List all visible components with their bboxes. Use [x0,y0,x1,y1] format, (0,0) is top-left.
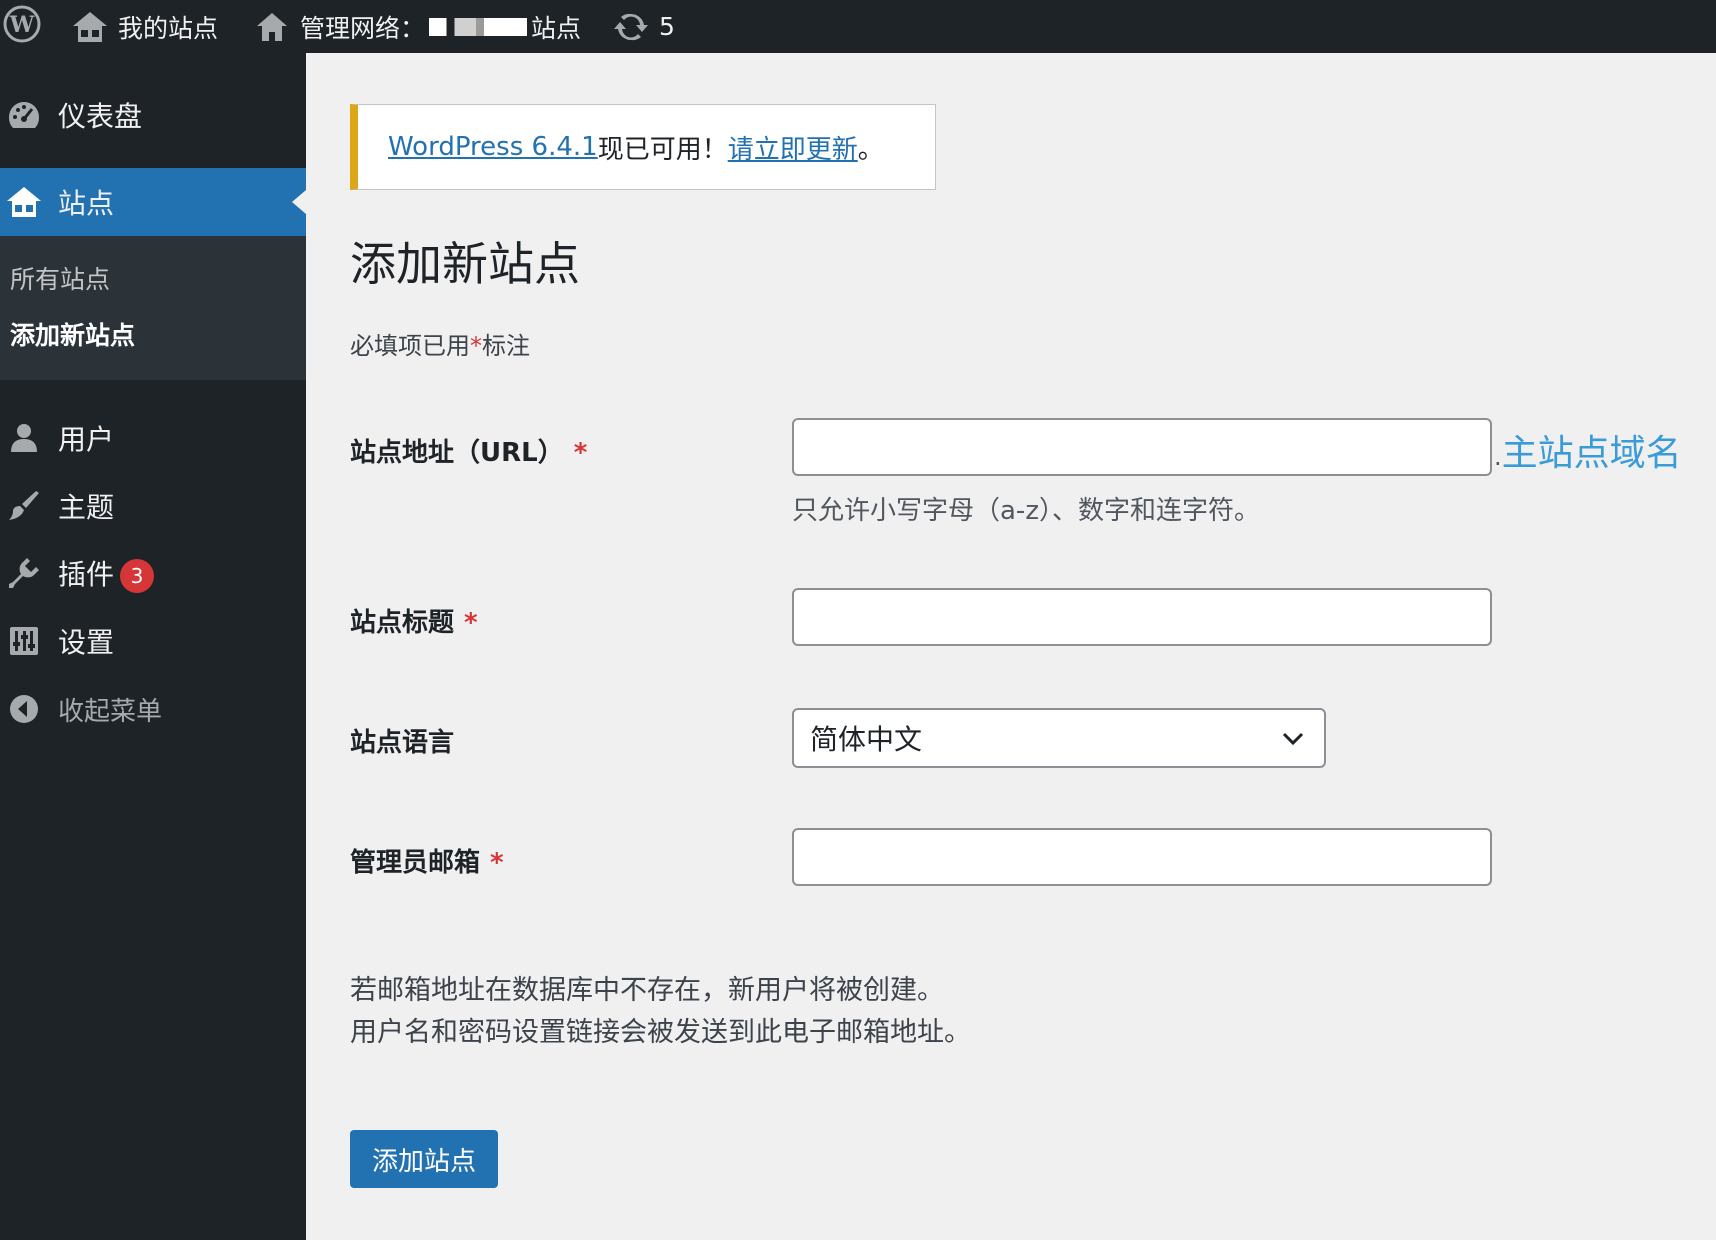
home-icon [252,7,292,47]
sites-icon [70,7,110,47]
menu-plugins-text: 插件 [58,558,115,591]
site-url-help: 只允许小写字母（a-z）、数字和连字符。 [792,496,1260,526]
notice-text: 现已可用！ [597,134,728,165]
dashboard-icon [4,95,44,135]
settings-sliders-icon [4,621,44,661]
brush-icon [4,486,44,526]
site-url-required-star: * [573,438,588,468]
wordpress-logo-icon: W [2,4,42,50]
site-title-required-star: * [464,608,478,638]
site-domain-suffix: .主站点域名 [1494,424,1682,476]
menu-sites[interactable]: 站点 [0,168,306,236]
submenu-add-new-site[interactable]: 添加新站点 [10,316,135,352]
sites-icon [4,182,44,222]
refresh-icon [611,7,651,47]
network-admin-menu[interactable]: 管理网络： 站点 [252,0,581,53]
admin-email-input[interactable] [792,828,1492,886]
site-language-select[interactable]: 简体中文 [792,708,1326,768]
collapse-menu-label: 收起菜单 [58,696,163,727]
menu-themes-label: 主题 [58,491,115,524]
site-title-label: 站点标题 * [350,602,478,639]
menu-dashboard-label: 仪表盘 [58,100,143,133]
required-fields-note: 必填项已用*标注 [350,326,530,361]
domain-dot: . [1494,443,1502,471]
my-sites-menu[interactable]: 我的站点 [70,0,218,53]
update-notice: WordPress 6.4.1 现已可用！ 请立即更新。 [350,104,936,190]
email-info-line-1: 若邮箱地址在数据库中不存在，新用户将被创建。 [350,975,944,1006]
my-sites-label: 我的站点 [118,13,219,43]
collapse-menu-button[interactable]: 收起菜单 [0,679,306,739]
required-star: * [470,332,482,360]
site-url-label: 站点地址（URL） * [350,432,587,469]
menu-dashboard[interactable]: 仪表盘 [0,85,306,145]
required-note-prefix: 必填项已用 [350,332,470,360]
updates-menu[interactable]: 5 [611,0,675,53]
site-url-label-text: 站点地址（URL） [350,438,564,468]
wp-logo-menu[interactable]: W [0,0,44,53]
menu-sites-label: 站点 [58,187,115,220]
update-now-link[interactable]: 请立即更新 [728,129,858,166]
site-language-value: 简体中文 [810,723,923,756]
email-info-line-2: 用户名和密码设置链接会被发送到此电子邮箱地址。 [350,1017,971,1048]
site-title-label-text: 站点标题 [350,608,455,638]
menu-settings[interactable]: 设置 [0,611,306,671]
svg-text:W: W [9,12,35,38]
chevron-down-icon [1280,726,1306,752]
network-site-suffix: 站点 [531,13,582,43]
wordpress-version-link[interactable]: WordPress 6.4.1 [388,132,598,162]
updates-count: 5 [659,12,675,41]
required-note-suffix: 标注 [482,332,530,360]
plug-icon [4,553,44,593]
admin-bar: W 我的站点 管理网络： 站点 5 [0,0,1716,53]
add-site-button[interactable]: 添加站点 [350,1130,498,1188]
site-title-input[interactable] [792,588,1492,646]
submenu-all-sites[interactable]: 所有站点 [10,260,110,296]
notice-end: 。 [857,134,884,165]
page-title: 添加新站点 [350,237,580,291]
admin-email-label-text: 管理员邮箱 [350,848,481,878]
plugins-update-badge: 3 [120,559,155,593]
site-language-label: 站点语言 [350,728,455,758]
current-menu-arrow [292,190,306,214]
admin-sidebar: 仪表盘 站点 所有站点 添加新站点 用户 主题 插件 3 设置 收起菜单 [0,53,306,1240]
menu-themes[interactable]: 主题 [0,476,306,536]
network-admin-label: 管理网络： [300,13,426,43]
admin-email-label: 管理员邮箱 * [350,842,504,879]
site-url-input[interactable] [792,418,1492,476]
menu-plugins[interactable]: 插件 3 [0,543,306,603]
admin-email-required-star: * [490,848,504,878]
user-icon [4,418,44,458]
main-site-domain: 主站点域名 [1501,433,1682,474]
sites-submenu: 所有站点 添加新站点 [0,236,306,380]
redacted-site-name [429,17,528,36]
collapse-arrow-icon [4,689,44,729]
menu-plugins-label: 插件 3 [58,553,155,593]
menu-settings-label: 设置 [58,626,115,659]
menu-users[interactable]: 用户 [0,408,306,468]
menu-users-label: 用户 [58,423,115,456]
